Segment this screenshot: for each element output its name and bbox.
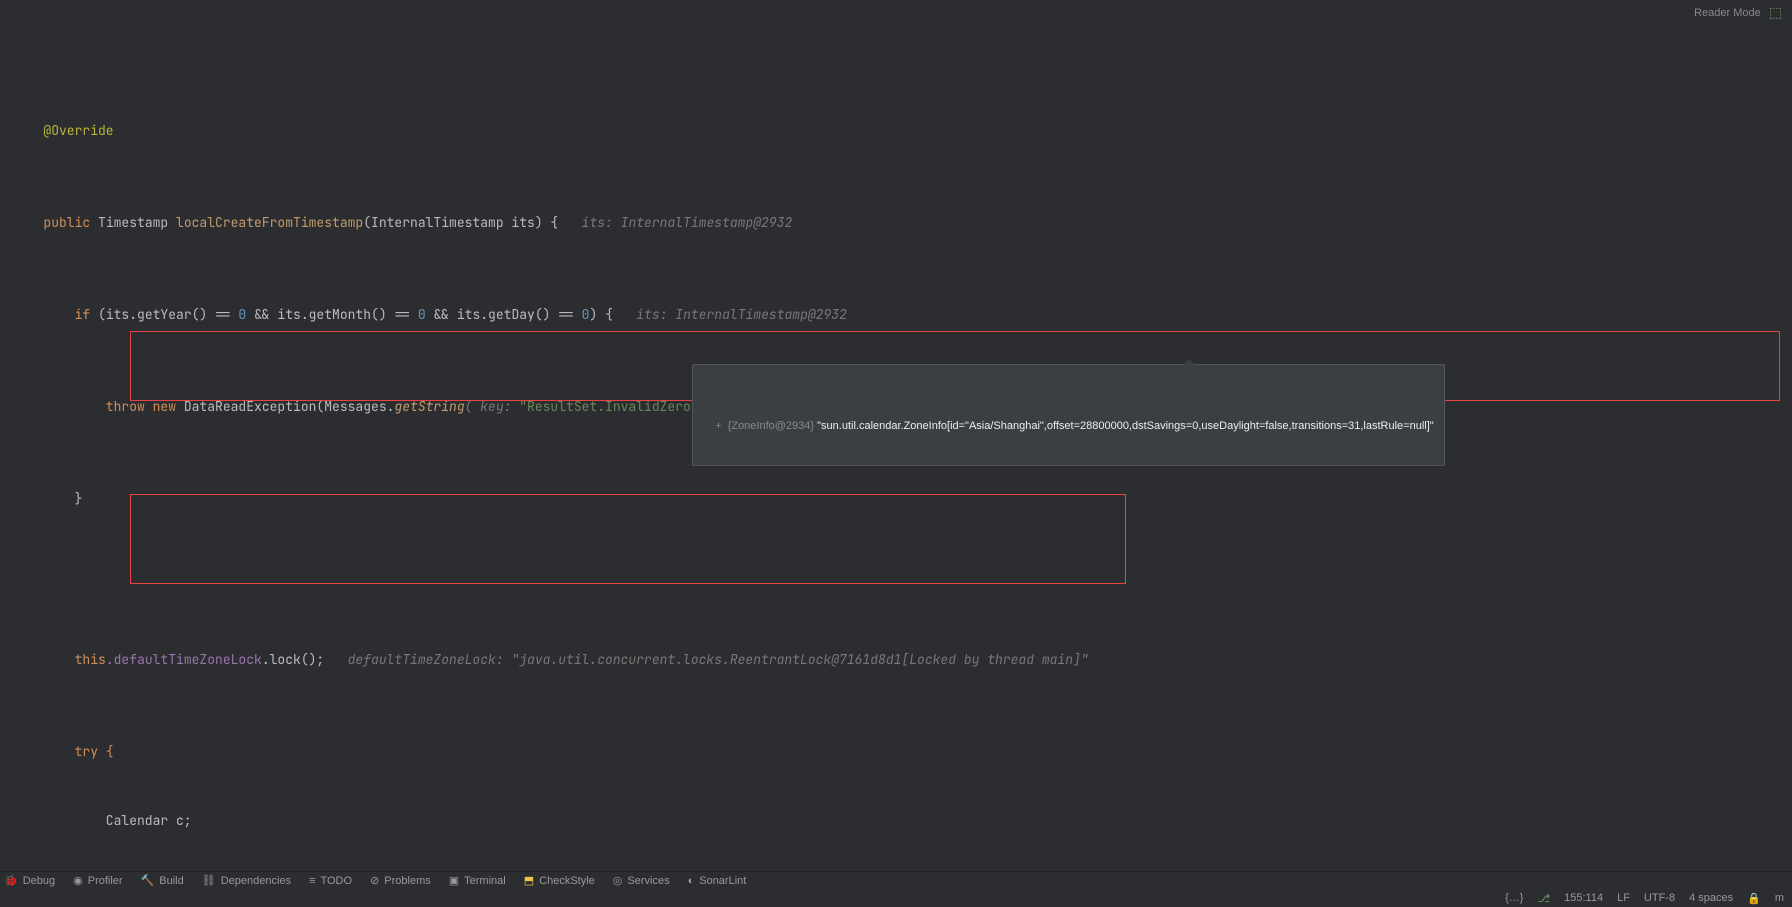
file-encoding[interactable]: UTF-8 <box>1644 892 1675 904</box>
inlay-hint: its: InternalTimestamp@2932 <box>558 214 792 231</box>
readonly-icon[interactable]: 🔒 <box>1747 892 1761 905</box>
inlay-hint: its: InternalTimestamp@2932 <box>613 306 847 323</box>
line-separator[interactable]: LF <box>1617 892 1630 904</box>
tool-dependencies[interactable]: ⛓Dependencies <box>202 874 291 887</box>
tool-sonarlint[interactable]: ◐SonarLint <box>688 875 747 887</box>
tool-problems[interactable]: ⊘Problems <box>370 874 431 887</box>
tool-terminal[interactable]: ▣Terminal <box>449 874 506 887</box>
tool-profiler[interactable]: ◉Profiler <box>73 874 122 887</box>
services-icon: ◎ <box>613 874 623 887</box>
annotation: @Override <box>43 122 113 139</box>
list-icon: ≡ <box>309 875 315 887</box>
debug-value-tooltip[interactable]: +{ZoneInfo@2934} "sun.util.calendar.Zone… <box>692 364 1445 466</box>
more-icon[interactable]: m <box>1775 892 1784 904</box>
tool-debug[interactable]: 🐞Debug <box>4 874 55 887</box>
deps-icon: ⛓ <box>202 874 216 887</box>
check-icon: ⬒ <box>524 874 534 887</box>
tool-services[interactable]: ◎Services <box>613 874 670 887</box>
braces-icon[interactable]: {…} <box>1505 892 1523 904</box>
warning-icon: ⊘ <box>370 874 379 887</box>
sonar-icon: ◐ <box>688 875 695 887</box>
inlay-hint: defaultTimeZoneLock: "java.util.concurre… <box>324 651 1088 668</box>
profiler-icon: ◉ <box>73 874 83 887</box>
tool-todo[interactable]: ≡TODO <box>309 875 352 887</box>
bottom-tool-bar: 🐞Debug ◉Profiler 🔨Build ⛓Dependencies ≡T… <box>0 871 1792 889</box>
bug-icon: 🐞 <box>4 874 18 887</box>
expand-icon[interactable]: + <box>715 420 721 432</box>
hammer-icon: 🔨 <box>141 874 155 887</box>
tool-build[interactable]: 🔨Build <box>141 874 184 887</box>
cursor-position[interactable]: 155:114 <box>1564 892 1603 904</box>
code-editor[interactable]: @Override public Timestamp localCreateFr… <box>0 4 1792 871</box>
terminal-icon: ▣ <box>449 874 459 887</box>
git-icon[interactable]: ⎇ <box>1537 892 1550 905</box>
indent-setting[interactable]: 4 spaces <box>1689 892 1733 904</box>
status-bar: {…} ⎇ 155:114 LF UTF-8 4 spaces 🔒 m <box>1505 889 1784 907</box>
tool-checkstyle[interactable]: ⬒CheckStyle <box>524 874 595 887</box>
